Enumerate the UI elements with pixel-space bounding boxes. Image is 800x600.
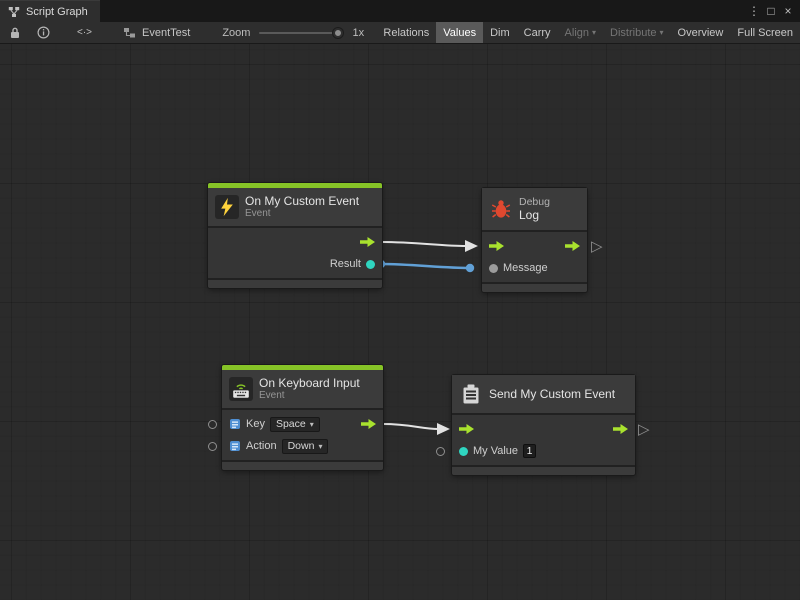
node-title: On Keyboard Input [259,376,360,390]
my-value-external-port[interactable] [436,447,445,456]
node-surtitle: Debug [519,196,550,208]
action-dropdown[interactable]: Down ▾ [282,439,329,454]
menu-icon[interactable]: ⋮ [746,4,762,18]
key-port-label: Key [246,418,265,430]
node-footer [482,284,587,292]
connection-wires [0,44,800,600]
node-header[interactable]: Send My Custom Event [452,375,635,413]
port-row: Result [208,253,382,275]
script-graph-window: Script Graph ⋮ □ × <·> [0,0,800,600]
tab-title: Script Graph [26,6,88,18]
key-external-port[interactable] [208,420,217,429]
zoom-control: Zoom 1x [222,27,364,39]
node-footer [222,462,383,470]
flow-input-port[interactable] [459,424,474,434]
dim-button[interactable]: Dim [483,22,517,43]
tab-script-graph[interactable]: Script Graph [0,0,100,22]
fullscreen-button[interactable]: Full Screen [730,22,800,43]
play-outline-icon[interactable]: ▷ [638,421,650,438]
action-port-label: Action [246,440,277,452]
key-dropdown[interactable]: Space ▾ [270,417,320,432]
action-external-port[interactable] [208,442,217,451]
window-tab-bar: Script Graph ⋮ □ × [0,0,800,22]
close-icon[interactable]: × [780,4,796,18]
flow-output-port[interactable] [361,419,376,429]
values-button[interactable]: Values [436,22,483,43]
node-on-keyboard-input[interactable]: On Keyboard Input Event Key [222,365,383,470]
result-output-port[interactable] [366,260,375,269]
align-button[interactable]: Align ▾ [558,22,603,43]
port-row: Key Space ▾ [222,413,383,435]
script-machine-icon [122,23,137,43]
distribute-label: Distribute [610,27,656,39]
message-input-port[interactable] [489,264,498,273]
port-row: My Value 1 [452,440,635,462]
node-title: Send My Custom Event [489,387,615,401]
zoom-value: 1x [352,27,364,39]
node-on-my-custom-event[interactable]: On My Custom Event Event Result [208,183,382,288]
chevron-down-icon: ▾ [318,442,322,451]
maximize-icon[interactable]: □ [763,4,779,18]
custom-event-icon [459,382,483,406]
node-header[interactable]: On Keyboard Input Event [222,370,383,408]
action-dropdown-value: Down [288,440,315,452]
port-row: Message [482,257,587,279]
port-row: Action Down ▾ [222,435,383,457]
node-footer [452,467,635,475]
key-dropdown-value: Space [276,418,306,430]
graph-name-group[interactable]: EventTest [122,23,190,43]
graph-toolbar: <·> EventTest Zoom 1x Relations Values D… [0,22,800,44]
flow-output-port[interactable] [360,237,375,247]
keycode-type-icon [229,418,241,430]
graph-icon [7,5,21,19]
action-type-icon [229,440,241,452]
node-subtitle: Event [259,390,360,402]
node-title: Log [519,208,550,222]
node-body: My Value 1 [452,415,635,465]
node-body: Key Space ▾ [222,410,383,460]
my-value-input[interactable]: 1 [523,444,536,458]
align-label: Align [565,27,589,39]
keyboard-icon [229,377,253,401]
node-body: Message [482,232,587,282]
node-body: Result [208,228,382,278]
result-port-label: Result [330,258,361,270]
flow-output-port[interactable] [565,241,580,251]
port-row [482,235,587,257]
toolbar-buttons: Relations Values Dim Carry Align ▾ Distr… [376,22,800,43]
message-port-label: Message [503,262,548,274]
chevron-down-icon: ▾ [592,28,596,37]
lock-icon[interactable] [5,23,25,43]
chevron-down-icon: ▾ [310,420,314,429]
node-debug-log[interactable]: Debug Log Message [482,188,587,292]
node-header[interactable]: Debug Log [482,188,587,230]
zoom-label: Zoom [222,27,250,39]
node-title: On My Custom Event [245,194,359,208]
bug-icon [489,197,513,221]
info-icon[interactable] [33,23,53,43]
zoom-slider-handle[interactable] [333,28,343,38]
flow-input-port[interactable] [489,241,504,251]
my-value-input-port[interactable] [459,447,468,456]
overview-button[interactable]: Overview [671,22,731,43]
code-icon[interactable]: <·> [73,23,96,43]
lightning-icon [215,195,239,219]
node-send-my-custom-event[interactable]: Send My Custom Event My Value 1 [452,375,635,475]
graph-canvas[interactable]: On My Custom Event Event Result [0,44,800,600]
node-header[interactable]: On My Custom Event Event [208,188,382,226]
port-row [208,231,382,253]
flow-output-port[interactable] [613,424,628,434]
node-footer [208,280,382,288]
play-outline-icon[interactable]: ▷ [591,238,603,255]
graph-name: EventTest [142,27,190,39]
carry-button[interactable]: Carry [517,22,558,43]
my-value-port-label: My Value [473,445,518,457]
zoom-slider[interactable] [259,32,343,34]
distribute-button[interactable]: Distribute ▾ [603,22,670,43]
node-subtitle: Event [245,208,359,220]
port-row [452,418,635,440]
window-controls: ⋮ □ × [746,0,800,22]
relations-button[interactable]: Relations [376,22,436,43]
chevron-down-icon: ▾ [660,28,664,37]
